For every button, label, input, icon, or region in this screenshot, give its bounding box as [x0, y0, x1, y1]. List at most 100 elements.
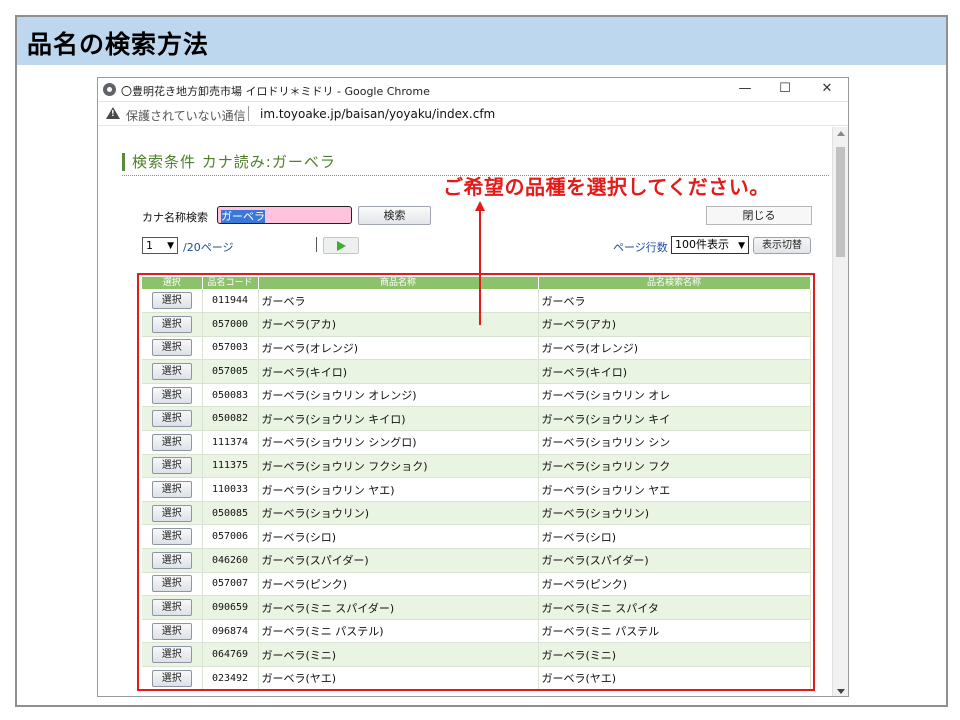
next-page-button[interactable]	[323, 237, 359, 254]
browser-window: 〇豊明花き地方卸売市場 イロドリ＊ミドリ - Google Chrome — ☐…	[97, 77, 849, 697]
select-button[interactable]: 選択	[151, 528, 192, 546]
slide-title: 品名の検索方法	[27, 30, 210, 59]
select-cell: 選択	[142, 595, 203, 620]
select-button[interactable]: 選択	[151, 599, 192, 617]
page-select-value[interactable]: 1	[146, 239, 153, 252]
item-search-name: ガーベラ(ショウリン ヤエ	[538, 477, 811, 502]
results-highlight: 選択 品名コード 商品名称 品名検索名称 選択 011944 ガーベラ ガーベラ 選択 0…	[137, 273, 815, 691]
item-search-name: ガーベラ(ショウリン フク	[538, 454, 811, 479]
item-name: ガーベラ(キイロ)	[258, 359, 539, 384]
title-bar: 〇豊明花き地方卸売市場 イロドリ＊ミドリ - Google Chrome — ☐…	[98, 78, 848, 102]
url-text[interactable]: im.toyoake.jp/baisan/yoyaku/index.cfm	[260, 107, 495, 121]
select-button[interactable]: 選択	[151, 622, 192, 640]
security-label[interactable]: 保護されていない通信	[126, 107, 246, 124]
minimize-button[interactable]: —	[734, 80, 756, 98]
select-cell: 選択	[142, 642, 203, 667]
select-button[interactable]: 選択	[151, 292, 192, 310]
select-cell: 選択	[142, 406, 203, 432]
search-button[interactable]: 検索	[358, 206, 431, 225]
select-button[interactable]: 選択	[151, 363, 192, 381]
chevron-down-icon[interactable]: ▼	[167, 239, 174, 254]
table-row: 選択 050085 ガーベラ(ショウリン) ガーベラ(ショウリン)	[142, 501, 811, 526]
select-button[interactable]: 選択	[151, 315, 192, 333]
item-name: ガーベラ(ミニ パステル)	[258, 619, 539, 644]
table-header-row: 選択 品名コード 商品名称 品名検索名称	[142, 277, 811, 289]
table-row: 選択 057007 ガーベラ(ピンク) ガーベラ(ピンク)	[142, 572, 811, 597]
table-row: 選択 011944 ガーベラ ガーベラ	[142, 289, 811, 314]
table-body: 選択 011944 ガーベラ ガーベラ 選択 057000 ガーベラ(アカ) ガーベラ(アカ)…	[142, 289, 811, 689]
select-button[interactable]: 選択	[151, 646, 192, 664]
item-search-name: ガーベラ(ショウリン オレ	[538, 383, 811, 408]
item-name: ガーベラ	[258, 289, 539, 314]
table-row: 選択 090659 ガーベラ(ミニ スパイダー) ガーベラ(ミニ スパイタ	[142, 595, 811, 620]
select-button[interactable]: 選択	[151, 575, 192, 593]
chevron-down-icon[interactable]: ▼	[738, 238, 745, 254]
select-button[interactable]: 選択	[151, 339, 192, 357]
table-row: 選択 111374 ガーベラ(ショウリン シングロ) ガーベラ(ショウリン シン	[142, 430, 811, 455]
results-table: 選択 品名コード 商品名称 品名検索名称 選択 011944 ガーベラ ガーベラ 選択 0…	[142, 277, 811, 689]
vertical-scrollbar[interactable]	[832, 127, 848, 696]
select-cell: 選択	[142, 524, 203, 550]
table-row: 選択 110033 ガーベラ(ショウリン ヤエ) ガーベラ(ショウリン ヤエ	[142, 477, 811, 502]
item-code: 023492	[202, 666, 259, 689]
column-header: 選択	[142, 277, 203, 289]
maximize-button[interactable]: ☐	[774, 80, 796, 98]
item-name: ガーベラ(オレンジ)	[258, 336, 539, 361]
item-search-name: ガーベラ(ミニ スパイタ	[538, 595, 811, 620]
select-button[interactable]: 選択	[151, 433, 192, 451]
close-window-button[interactable]: ✕	[816, 80, 838, 98]
search-input[interactable]: ガーベラ	[217, 206, 352, 224]
item-code: 050085	[202, 501, 259, 526]
table-row: 選択 050082 ガーベラ(ショウリン キイロ) ガーベラ(ショウリン キイ	[142, 406, 811, 432]
item-name: ガーベラ(ショウリン オレンジ)	[258, 383, 539, 408]
scroll-up-icon[interactable]	[837, 131, 845, 136]
item-code: 111374	[202, 430, 259, 455]
select-button[interactable]: 選択	[151, 504, 192, 522]
table-row: 選択 057006 ガーベラ(シロ) ガーベラ(シロ)	[142, 524, 811, 550]
item-name: ガーベラ(アカ)	[258, 312, 539, 337]
switch-display-button[interactable]: 表示切替	[753, 237, 811, 254]
item-code: 064769	[202, 642, 259, 667]
select-button[interactable]: 選択	[151, 481, 192, 499]
select-button[interactable]: 選択	[151, 669, 192, 687]
page-select[interactable]: 1 ▼	[142, 237, 178, 254]
item-name: ガーベラ(スパイダー)	[258, 548, 539, 573]
pager-divider	[316, 237, 317, 252]
table-row: 選択 111375 ガーベラ(ショウリン フクショク) ガーベラ(ショウリン フク	[142, 454, 811, 479]
select-button[interactable]: 選択	[151, 410, 192, 428]
item-name: ガーベラ(シロ)	[258, 524, 539, 550]
item-code: 090659	[202, 595, 259, 620]
table-row: 選択 046260 ガーベラ(スパイダー) ガーベラ(スパイダー)	[142, 548, 811, 573]
item-name: ガーベラ(ショウリン シングロ)	[258, 430, 539, 455]
warning-icon[interactable]	[106, 107, 120, 119]
select-button[interactable]: 選択	[151, 386, 192, 404]
url-separator	[248, 106, 249, 121]
arrow-line	[479, 209, 481, 325]
select-cell: 選択	[142, 312, 203, 337]
select-cell: 選択	[142, 666, 203, 689]
item-code: 057000	[202, 312, 259, 337]
scroll-down-icon[interactable]	[837, 689, 845, 694]
rows-select[interactable]: 100件表示 ▼	[671, 236, 749, 254]
select-cell: 選択	[142, 501, 203, 526]
table-row: 選択 057000 ガーベラ(アカ) ガーベラ(アカ)	[142, 312, 811, 337]
table-row: 選択 023492 ガーベラ(ヤエ) ガーベラ(ヤエ)	[142, 666, 811, 689]
chrome-icon	[103, 83, 116, 96]
item-search-name: ガーベラ(ヤエ)	[538, 666, 811, 689]
select-cell: 選択	[142, 430, 203, 455]
scroll-thumb[interactable]	[836, 147, 845, 257]
select-cell: 選択	[142, 454, 203, 479]
rows-select-value[interactable]: 100件表示	[675, 238, 729, 251]
item-code: 096874	[202, 619, 259, 644]
select-cell: 選択	[142, 383, 203, 408]
window-title: 〇豊明花き地方卸売市場 イロドリ＊ミドリ - Google Chrome	[121, 85, 430, 98]
search-input-value[interactable]: ガーベラ	[221, 210, 265, 223]
close-button[interactable]: 閉じる	[706, 206, 812, 225]
item-name: ガーベラ(ショウリン フクショク)	[258, 454, 539, 479]
select-button[interactable]: 選択	[151, 457, 192, 475]
item-code: 111375	[202, 454, 259, 479]
item-search-name: ガーベラ(ショウリン キイ	[538, 406, 811, 432]
address-bar[interactable]: 保護されていない通信 im.toyoake.jp/baisan/yoyaku/i…	[98, 102, 848, 126]
select-button[interactable]: 選択	[151, 551, 192, 569]
item-name: ガーベラ(ショウリン)	[258, 501, 539, 526]
